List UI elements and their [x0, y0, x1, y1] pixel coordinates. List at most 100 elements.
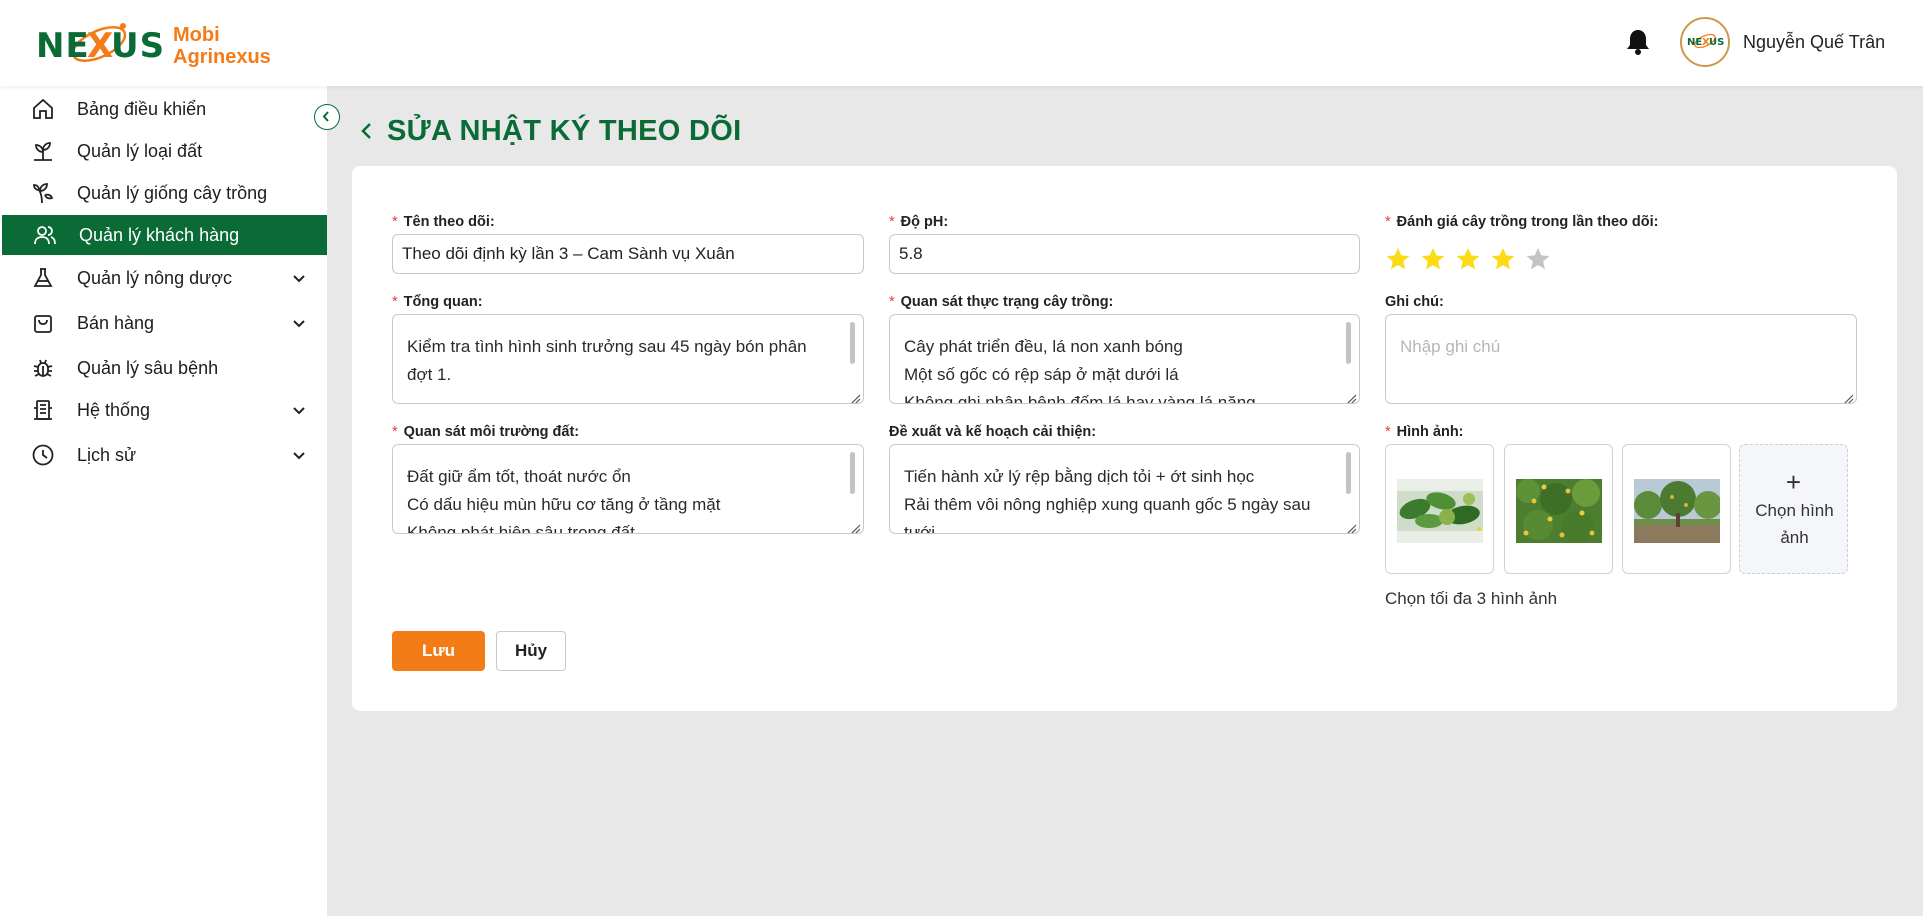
scrollbar-thumb[interactable] — [850, 452, 855, 494]
chevron-down-icon — [291, 315, 307, 331]
ph-label: * Độ pH: — [889, 214, 949, 230]
sidebar-item-label: Hệ thống — [77, 400, 151, 420]
sidebar-item-dashboard[interactable]: Bảng điều khiển — [0, 89, 327, 129]
scrollbar-thumb[interactable] — [1346, 322, 1351, 364]
shopping-bag-icon — [31, 311, 55, 335]
sidebar-item-crop-varieties[interactable]: Quản lý giống cây trồng — [0, 173, 327, 213]
star-icon[interactable] — [1455, 246, 1481, 272]
users-icon — [33, 223, 57, 247]
choose-image-label: Chọn hình ảnh — [1755, 501, 1834, 547]
page-title: SỬA NHẬT KÝ THEO DÕI — [387, 115, 742, 147]
tracking-name-label: * Tên theo dõi: — [392, 214, 495, 230]
crop-observation-line: Cây phát triển đều, lá non xanh bóng — [904, 337, 1183, 356]
sidebar-item-history[interactable]: Lịch sử — [0, 435, 327, 475]
svg-text:US: US — [1709, 37, 1724, 48]
orange-tree-photo — [1516, 479, 1602, 543]
brand-line-2: Agrinexus — [173, 46, 271, 68]
clock-icon — [31, 443, 55, 467]
user-avatar[interactable]: NE X US — [1680, 17, 1730, 67]
image-thumbnail[interactable] — [1385, 444, 1494, 574]
notes-textarea[interactable]: Nhập ghi chú — [1385, 314, 1857, 404]
improvement-plan-textarea[interactable]: Tiến hành xử lý rệp bằng dịch tỏi + ớt s… — [889, 444, 1360, 534]
save-button[interactable]: Lưu — [392, 631, 485, 671]
back-arrow-icon[interactable] — [358, 118, 376, 144]
images-label: * Hình ảnh: — [1385, 424, 1464, 440]
brand-line-1: Mobi — [173, 24, 220, 46]
improvement-plan-label: Đề xuất và kế hoạch cải thiện: — [889, 424, 1097, 440]
crop-observation-line: Một số gốc có rệp sáp ở mặt dưới lá — [904, 365, 1179, 384]
cancel-button[interactable]: Hủy — [496, 631, 566, 671]
notes-label: Ghi chú: — [1385, 294, 1444, 310]
home-icon — [31, 97, 55, 121]
orchard-tree-photo — [1634, 479, 1720, 543]
nexus-logo[interactable]: NE X US — [36, 16, 166, 74]
citrus-leaves-photo — [1397, 479, 1483, 543]
scrollbar-thumb[interactable] — [850, 322, 855, 364]
overview-label: * Tổng quan: — [392, 294, 483, 310]
star-icon[interactable] — [1385, 246, 1411, 272]
soil-observation-line: Không phát hiện sâu trong đất — [407, 523, 635, 534]
svg-text:X: X — [87, 26, 113, 66]
chevron-down-icon — [291, 447, 307, 463]
improvement-plan-line: Rải thêm vôi nông nghiệp xung quanh gốc … — [904, 495, 1311, 514]
chevron-left-icon — [315, 111, 338, 132]
star-icon[interactable] — [1490, 246, 1516, 272]
image-thumbnail[interactable] — [1622, 444, 1731, 574]
sidebar-item-system[interactable]: Hệ thống — [0, 390, 327, 430]
overview-line: Kiểm tra tình hình sinh trưởng sau 45 ng… — [407, 337, 807, 356]
star-icon[interactable] — [1525, 246, 1551, 272]
ph-input[interactable]: 5.8 — [889, 234, 1360, 274]
overview-line: đợt 1. — [407, 365, 452, 384]
crop-observation-line: Không ghi nhận bệnh đốm lá hay vàng lá n… — [904, 393, 1256, 404]
choose-image-button[interactable]: + Chọn hình ảnh — [1739, 444, 1848, 574]
sidebar-collapse-button[interactable] — [314, 104, 340, 130]
sidebar-item-label: Quản lý giống cây trồng — [77, 183, 268, 203]
crop-observation-label: * Quan sát thực trạng cây trồng: — [889, 294, 1114, 310]
sidebar-item-label: Bán hàng — [77, 313, 155, 333]
user-name[interactable]: Nguyễn Quế Trân — [1743, 32, 1885, 53]
chevron-down-icon — [291, 402, 307, 418]
sidebar-item-label: Quản lý loại đất — [77, 141, 203, 161]
svg-text:NE: NE — [1687, 37, 1702, 48]
rating-label: * Đánh giá cây trồng trong lần theo dõi: — [1385, 214, 1659, 230]
sidebar-item-pesticides[interactable]: Quản lý nông dược — [0, 258, 327, 298]
plant-icon — [31, 181, 55, 205]
sidebar-item-label: Quản lý nông dược — [77, 268, 232, 288]
improvement-plan-line: Tiến hành xử lý rệp bằng dịch tỏi + ớt s… — [904, 467, 1255, 486]
image-limit-hint: Chọn tối đa 3 hình ảnh — [1385, 589, 1558, 608]
sidebar-item-customers[interactable]: Quản lý khách hàng — [2, 215, 327, 255]
plus-icon: + — [1785, 467, 1802, 497]
soil-observation-label: * Quan sát môi trường đất: — [392, 424, 580, 440]
improvement-plan-line: tưới — [904, 523, 936, 534]
notes-placeholder: Nhập ghi chú — [1400, 337, 1501, 356]
soil-observation-textarea[interactable]: Đất giữ ẩm tốt, thoát nước ổn Có dấu hiệ… — [392, 444, 864, 534]
sidebar-item-pests[interactable]: Quản lý sâu bệnh — [0, 348, 327, 388]
building-icon — [31, 398, 55, 422]
soil-observation-line: Đất giữ ẩm tốt, thoát nước ổn — [407, 467, 631, 486]
soil-sprout-icon — [31, 139, 55, 163]
sidebar-item-soil-types[interactable]: Quản lý loại đất — [0, 131, 327, 171]
resize-handle-icon[interactable] — [1840, 387, 1854, 403]
sidebar-item-label: Bảng điều khiển — [77, 99, 207, 119]
bell-icon[interactable] — [1625, 28, 1651, 56]
sidebar-item-sales[interactable]: Bán hàng — [0, 303, 327, 343]
bug-icon — [31, 356, 55, 380]
sidebar-item-label: Quản lý sâu bệnh — [77, 358, 219, 378]
scrollbar-thumb[interactable] — [1346, 452, 1351, 494]
sidebar: Bảng điều khiển Quản lý loại đất Quản lý… — [0, 86, 327, 916]
brand-name: Mobi Agrinexus — [173, 24, 271, 68]
overview-textarea[interactable]: Kiểm tra tình hình sinh trưởng sau 45 ng… — [392, 314, 864, 404]
resize-handle-icon[interactable] — [847, 517, 861, 533]
svg-text:NE: NE — [36, 26, 90, 66]
resize-handle-icon[interactable] — [1343, 387, 1357, 403]
image-thumbnail[interactable] — [1504, 444, 1613, 574]
tracking-name-input[interactable]: Theo dõi định kỳ lần 3 – Cam Sành vụ Xuâ… — [392, 234, 864, 274]
resize-handle-icon[interactable] — [847, 387, 861, 403]
svg-text:US: US — [111, 26, 165, 66]
sidebar-item-label: Lịch sử — [77, 445, 137, 465]
star-icon[interactable] — [1420, 246, 1446, 272]
rating-stars[interactable] — [1385, 246, 1560, 272]
resize-handle-icon[interactable] — [1343, 517, 1357, 533]
crop-observation-textarea[interactable]: Cây phát triển đều, lá non xanh bóng Một… — [889, 314, 1360, 404]
soil-observation-line: Có dấu hiệu mùn hữu cơ tăng ở tầng mặt — [407, 495, 721, 514]
